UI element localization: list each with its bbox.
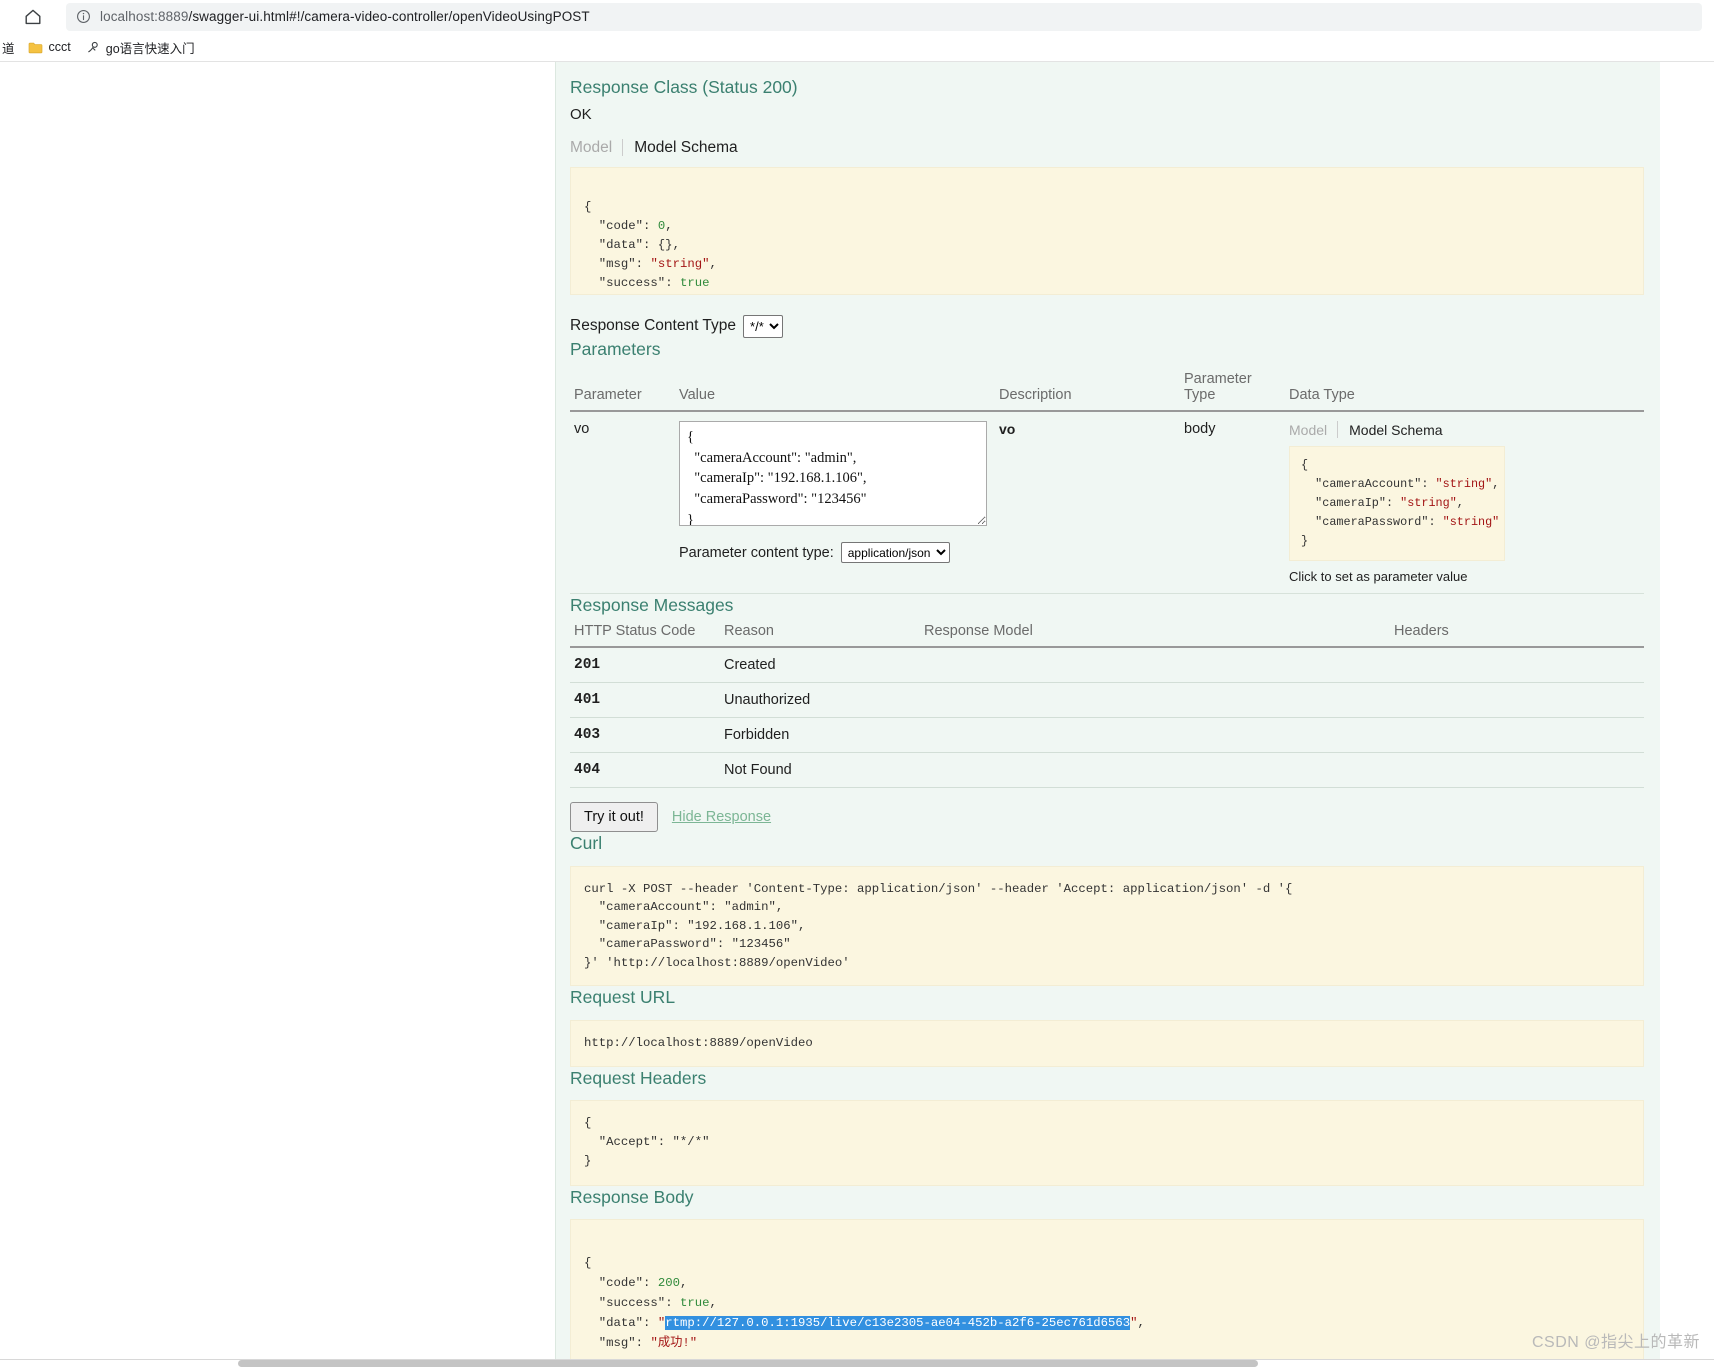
page-content-area: Response Class (Status 200) OK Model Mod… xyxy=(0,62,1714,1367)
tab-model[interactable]: Model xyxy=(1289,422,1337,438)
bookmark-item-partial[interactable]: 道 xyxy=(2,35,21,60)
tab-model-schema[interactable]: Model Schema xyxy=(623,139,747,157)
response-body-success-value: true xyxy=(679,1295,710,1310)
parameter-content-type-select[interactable]: application/json xyxy=(840,542,950,564)
parameter-row-vo: vo Parameter content type: application/j… xyxy=(570,411,1644,594)
status-model xyxy=(920,717,1390,754)
bookmark-label: 道 xyxy=(2,41,15,56)
url-host: localhost:8889 xyxy=(100,9,189,24)
curl-command-box[interactable]: curl -X POST --header 'Content-Type: app… xyxy=(570,865,1644,987)
bookmark-label: ccct xyxy=(48,40,71,54)
response-body-msg-value: "成功!" xyxy=(650,1335,698,1350)
actions-row: Try it out! Hide Response xyxy=(570,802,1644,833)
data-type-schema-box[interactable]: { "cameraAccount": "string", "cameraIp":… xyxy=(1289,446,1505,561)
parameters-heading: Parameters xyxy=(570,338,661,359)
status-reason: Forbidden xyxy=(720,717,920,754)
bookmark-label: go语言快速入门 xyxy=(105,41,195,56)
col-header-response-model: Response Model xyxy=(920,623,1390,649)
scrollbar-thumb[interactable] xyxy=(238,1360,1258,1367)
table-row: 403 Forbidden xyxy=(570,717,1644,754)
home-icon[interactable] xyxy=(20,4,46,30)
click-to-set-hint: Click to set as parameter value xyxy=(1289,568,1468,584)
response-messages-header-row: HTTP Status Code Reason Response Model H… xyxy=(570,623,1644,649)
table-row: 404 Not Found xyxy=(570,752,1644,789)
status-model xyxy=(920,752,1390,789)
response-content-type-select[interactable]: */* xyxy=(743,314,784,338)
watermark-text: CSDN @指尖上的革新 xyxy=(1531,1334,1700,1351)
status-reason: Created xyxy=(720,647,920,684)
curl-heading: Curl xyxy=(570,833,603,854)
response-body-data-value-selected[interactable]: rtmp://127.0.0.1:1935/live/c13e2305-ae04… xyxy=(665,1315,1131,1330)
parameter-content-type-row: Parameter content type: application/json xyxy=(679,542,989,564)
hide-response-link[interactable]: Hide Response xyxy=(672,809,771,825)
col-header-http-status-code: HTTP Status Code xyxy=(570,623,720,649)
url-path: /swagger-ui.html#!/camera-video-controll… xyxy=(188,9,590,24)
data-type-tabs: Model Model Schema xyxy=(1289,421,1638,439)
status-reason: Not Found xyxy=(720,752,920,789)
bookmark-item-ccct[interactable]: ccct xyxy=(21,37,78,57)
parameter-value-input[interactable] xyxy=(679,421,987,527)
request-url-box[interactable]: http://localhost:8889/openVideo xyxy=(570,1019,1644,1067)
url-bar-row: localhost:8889/swagger-ui.html#!/camera-… xyxy=(0,0,1714,33)
col-header-parameter-type: Parameter Type xyxy=(1180,369,1285,413)
request-url-heading: Request URL xyxy=(570,987,676,1008)
folder-icon xyxy=(28,41,43,54)
status-headers xyxy=(1390,647,1644,684)
parameters-header-row: Parameter Value Description Parameter Ty… xyxy=(570,369,1644,413)
response-content-type-label: Response Content Type xyxy=(570,317,737,335)
response-class-schema-box: { "code": 0, "data": {}, "msg": "string"… xyxy=(570,166,1644,295)
col-header-data-type: Data Type xyxy=(1285,369,1644,413)
response-messages-heading: Response Messages xyxy=(570,594,734,615)
status-model xyxy=(920,647,1390,684)
bookmarks-bar: 道 ccct go语言快速入门 xyxy=(0,33,1714,61)
request-headers-box[interactable]: { "Accept": "*/*" } xyxy=(570,1100,1644,1186)
parameter-name: vo xyxy=(574,421,590,438)
col-header-value: Value xyxy=(675,369,995,413)
response-body-success-key: "success" xyxy=(598,1295,666,1310)
parameter-description: vo xyxy=(999,421,1016,438)
status-model xyxy=(920,682,1390,719)
response-body-code-value: 200 xyxy=(657,1275,680,1290)
status-headers xyxy=(1390,717,1644,754)
status-headers xyxy=(1390,682,1644,719)
response-body-heading: Response Body xyxy=(570,1186,694,1207)
table-row: 201 Created xyxy=(570,647,1644,684)
response-class-ok-text: OK xyxy=(570,105,592,123)
tab-model[interactable]: Model xyxy=(570,139,622,157)
status-code: 403 xyxy=(570,717,720,754)
response-content-type-row: Response Content Type */* xyxy=(570,314,1644,338)
site-favicon-icon xyxy=(85,40,100,55)
response-class-heading: Response Class (Status 200) xyxy=(570,77,798,97)
col-header-parameter: Parameter xyxy=(570,369,675,413)
status-code: 401 xyxy=(570,682,720,719)
status-headers xyxy=(1390,752,1644,789)
request-headers-heading: Request Headers xyxy=(570,1067,707,1088)
response-body-data-key: "data" xyxy=(598,1315,644,1330)
info-circle-icon[interactable] xyxy=(76,9,91,24)
swagger-operation-panel: Response Class (Status 200) OK Model Mod… xyxy=(555,62,1660,1367)
browser-chrome: localhost:8889/swagger-ui.html#!/camera-… xyxy=(0,0,1714,62)
table-row: 401 Unauthorized xyxy=(570,682,1644,719)
response-messages-table: HTTP Status Code Reason Response Model H… xyxy=(570,623,1644,789)
try-it-out-button[interactable]: Try it out! xyxy=(570,802,658,833)
response-body-msg-key: "msg" xyxy=(598,1335,636,1350)
col-header-reason: Reason xyxy=(720,623,920,649)
col-header-description: Description xyxy=(995,369,1180,413)
status-code: 201 xyxy=(570,647,720,684)
response-model-tabs: Model Model Schema xyxy=(570,139,1644,157)
address-bar[interactable]: localhost:8889/swagger-ui.html#!/camera-… xyxy=(66,2,1702,31)
parameter-type-value: body xyxy=(1184,421,1216,438)
address-bar-text: localhost:8889/swagger-ui.html#!/camera-… xyxy=(100,9,590,24)
tab-model-schema[interactable]: Model Schema xyxy=(1338,422,1452,438)
parameters-table: Parameter Value Description Parameter Ty… xyxy=(570,369,1644,594)
response-body-code-key: "code" xyxy=(598,1275,644,1290)
parameter-content-type-label: Parameter content type: xyxy=(679,544,834,561)
horizontal-scrollbar[interactable] xyxy=(0,1359,1714,1367)
status-code: 404 xyxy=(570,752,720,789)
response-body-box[interactable]: { "code": 200, "success": true, "data": … xyxy=(570,1219,1644,1367)
col-header-headers: Headers xyxy=(1390,623,1644,649)
status-reason: Unauthorized xyxy=(720,682,920,719)
bookmark-item-golang[interactable]: go语言快速入门 xyxy=(78,35,202,60)
